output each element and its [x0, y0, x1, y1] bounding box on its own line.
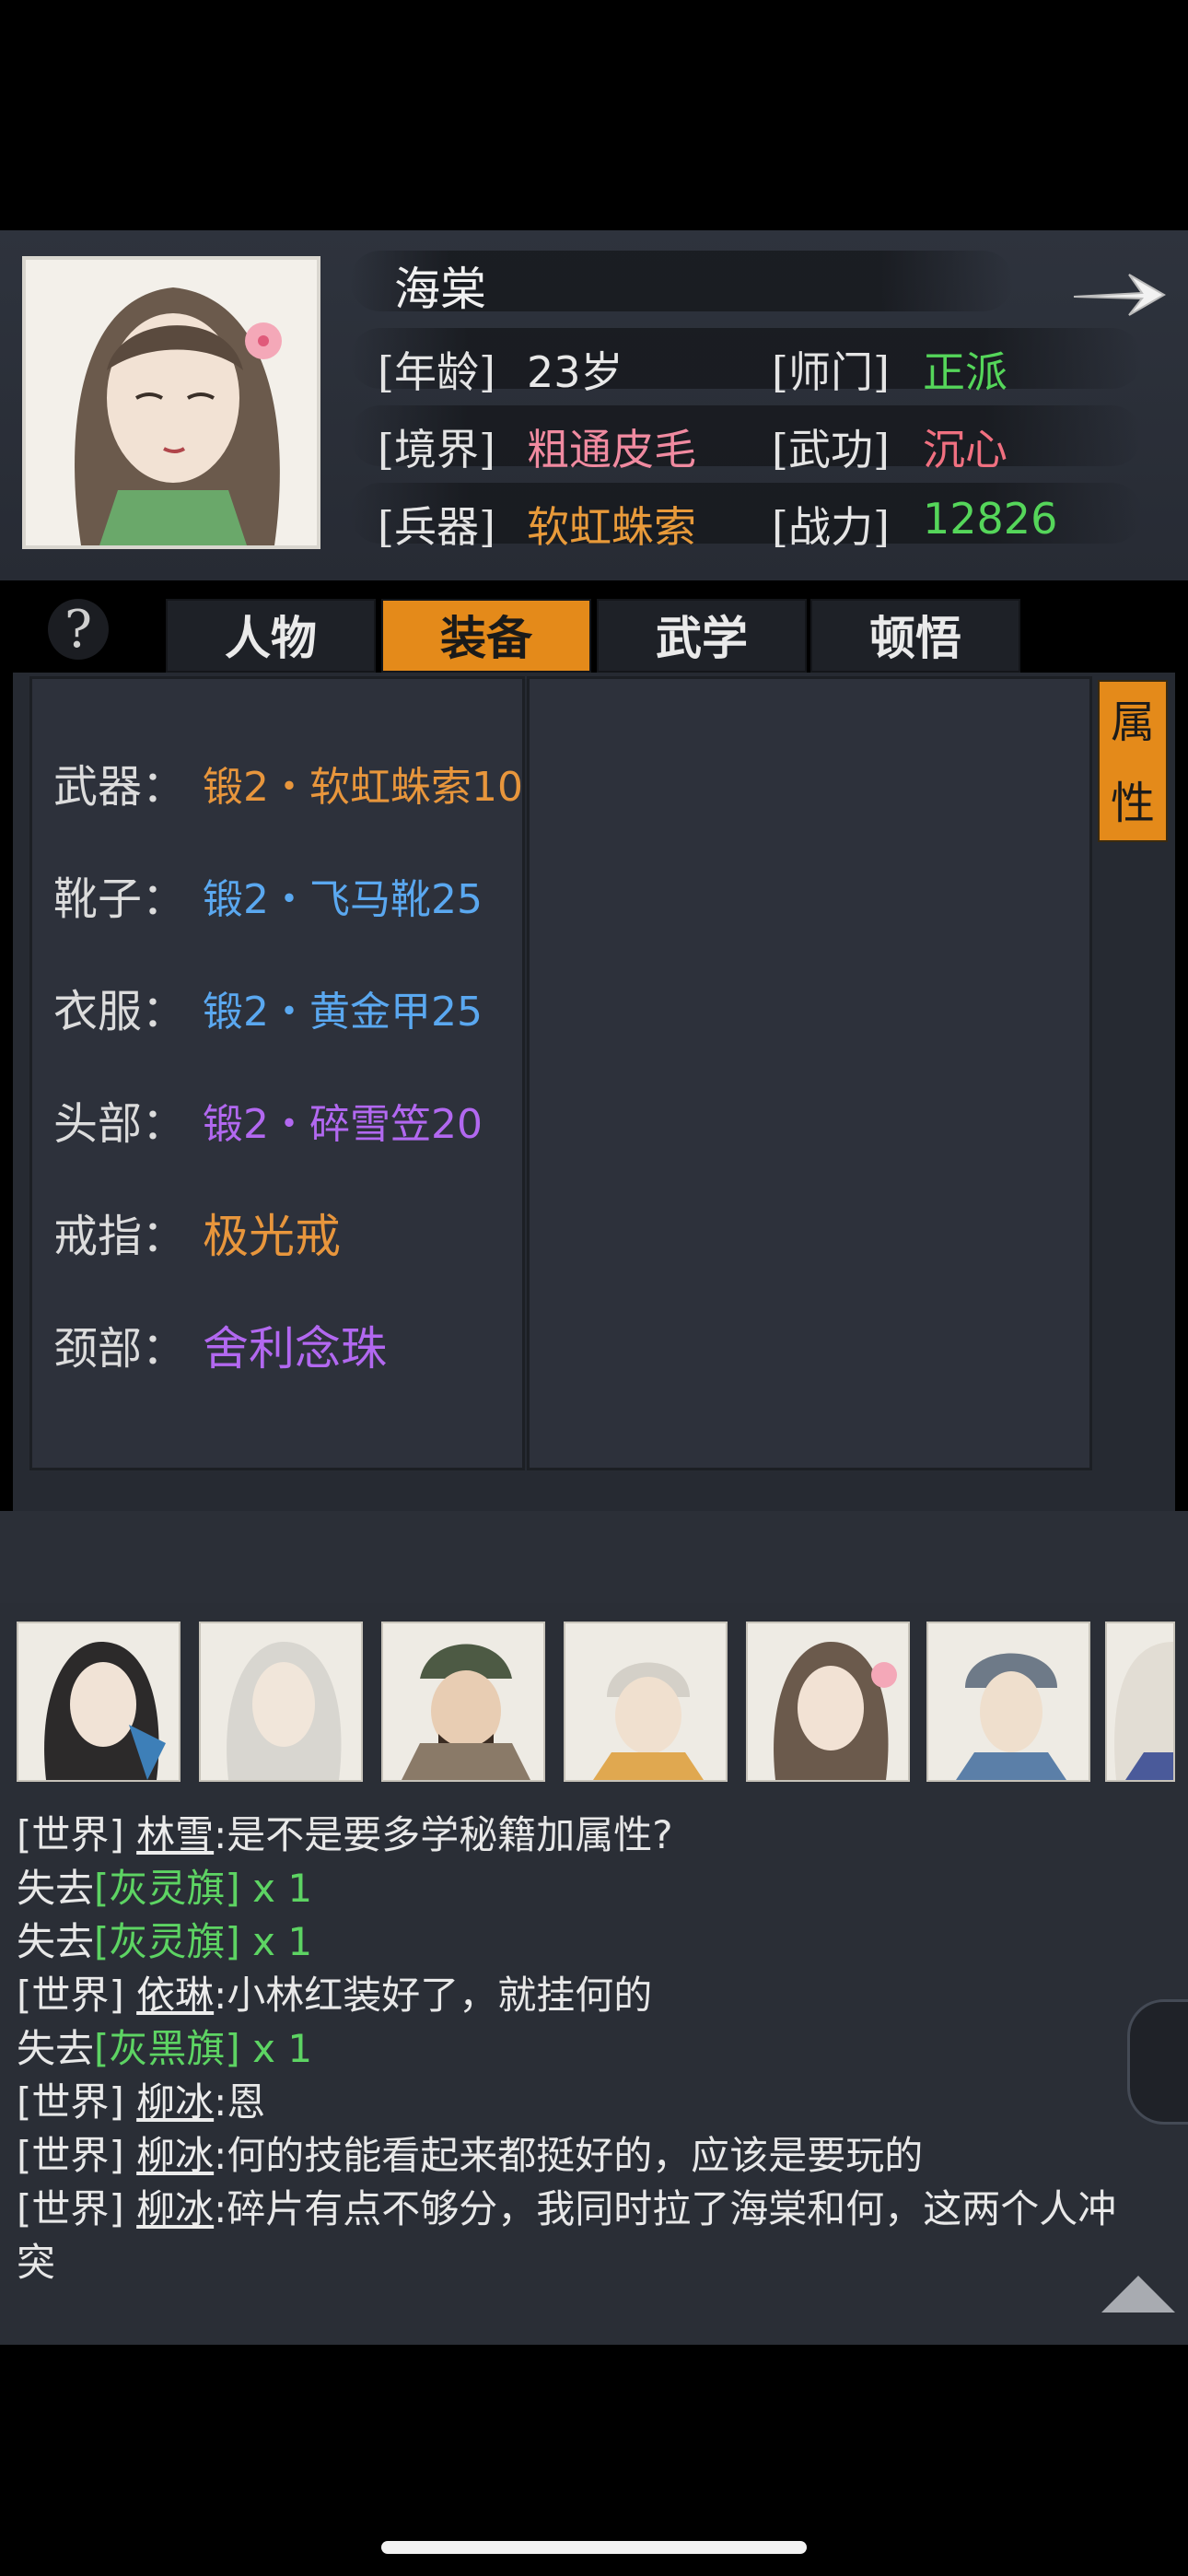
slot-label: 头部： [53, 1098, 187, 1150]
chat-channel: [世界] [17, 2186, 124, 2231]
equipment-item-armor[interactable]: 锻2・黄金甲25 [203, 978, 483, 1037]
realm-label: [境界] [378, 425, 495, 474]
sect-value: 正派 [923, 347, 1007, 397]
hero-portrait[interactable] [22, 256, 320, 549]
chat-text: :何的技能看起来都挺好的，应该是要玩的 [214, 2133, 924, 2178]
avatar[interactable] [564, 1622, 728, 1782]
chat-text: :恩 [214, 2079, 266, 2125]
slot-label: 武器： [53, 761, 187, 813]
slot-label: 颈部： [53, 1323, 187, 1375]
chat-item[interactable]: [灰黑旗] [94, 2026, 240, 2071]
power-value: 12826 [923, 494, 1058, 544]
chat-channel: [世界] [17, 1812, 124, 1857]
panel-bottom-strip [0, 1511, 1188, 1603]
side-menu-handle[interactable] [1127, 1999, 1188, 2125]
slot-label: 靴子： [53, 873, 187, 925]
tab-equipment[interactable]: 装备 [381, 599, 591, 673]
chat-username[interactable]: 林雪 [136, 1812, 214, 1857]
chat-item[interactable]: [灰灵旗] [94, 1919, 240, 1964]
age-label: [年龄] [378, 347, 495, 397]
attributes-button[interactable]: 属 性 [1098, 680, 1168, 842]
equipment-item-weapon[interactable]: 锻2・软虹蛛索10 [203, 754, 523, 813]
sect-label: [师门] [772, 347, 890, 397]
chat-message: [世界] 林雪:是不是要多学秘籍加属性? [17, 1804, 673, 1860]
chat-channel: [世界] [17, 2079, 124, 2125]
chat-message: 失去[灰黑旗] x 1 [17, 2018, 312, 2074]
slot-label: 衣服： [53, 986, 187, 1037]
avatar[interactable] [17, 1622, 181, 1782]
hero-header: 海棠 [年龄] 23岁 [师门] 正派 [境界] 粗通皮毛 [武功] 沉心 [兵… [0, 230, 1188, 580]
chat-message: 失去[灰灵旗] x 1 [17, 1857, 312, 1914]
hero-name: 海棠 [394, 263, 486, 316]
chat-text: :碎片有点不够分，我同时拉了海棠和何，这两个人冲 [214, 2186, 1117, 2231]
avatar[interactable] [1105, 1622, 1175, 1782]
next-arrow-icon[interactable] [1068, 262, 1170, 326]
chat-prefix: 失去 [17, 2026, 95, 2071]
avatar[interactable] [746, 1622, 910, 1782]
attributes-button-char: 性 [1110, 778, 1155, 829]
avatar[interactable] [381, 1622, 545, 1782]
avatar[interactable] [926, 1622, 1090, 1782]
tab-enlightenment[interactable]: 顿悟 [810, 599, 1020, 673]
chat-qty: x 1 [239, 1866, 313, 1911]
attributes-button-char: 属 [1110, 697, 1155, 748]
weapon-value: 软虹蛛索 [527, 502, 696, 552]
tab-martial-arts[interactable]: 武学 [597, 599, 807, 673]
avatar[interactable] [199, 1622, 363, 1782]
chat-message: 失去[灰灵旗] x 1 [17, 1911, 312, 1967]
chat-message: 突 [17, 2231, 55, 2288]
chat-prefix: 失去 [17, 1866, 95, 1911]
help-icon[interactable]: ? [48, 599, 109, 660]
skill-label: [武功] [772, 425, 890, 474]
chat-message: [世界] 柳冰:碎片有点不够分，我同时拉了海棠和何，这两个人冲 [17, 2178, 1116, 2234]
chat-item[interactable]: [灰灵旗] [94, 1866, 240, 1911]
chat-message: [世界] 柳冰:恩 [17, 2071, 265, 2127]
attribute-area [527, 676, 1092, 1470]
chat-username[interactable]: 柳冰 [136, 2079, 214, 2125]
equipment-item-head[interactable]: 锻2・碎雪笠20 [203, 1091, 483, 1150]
chat-username[interactable]: 柳冰 [136, 2186, 214, 2231]
chat-qty: x 1 [239, 1919, 313, 1964]
chat-text: :是不是要多学秘籍加属性? [214, 1812, 673, 1857]
skill-value: 沉心 [923, 425, 1007, 474]
chat-username[interactable]: 依琳 [136, 1973, 214, 2018]
chat-channel: [世界] [17, 1973, 124, 2018]
chat-prefix: 失去 [17, 1919, 95, 1964]
weapon-label: [兵器] [378, 502, 495, 552]
home-indicator[interactable] [381, 2541, 807, 2554]
chat-message: [世界] 依琳:小林红装好了，就挂何的 [17, 1964, 652, 2020]
realm-value: 粗通皮毛 [527, 425, 696, 474]
scroll-up-icon[interactable] [1101, 2276, 1175, 2313]
chat-text: 突 [17, 2240, 56, 2285]
power-label: [战力] [772, 502, 890, 552]
slot-label: 戒指： [53, 1211, 187, 1262]
chat-qty: x 1 [239, 2026, 313, 2071]
equipment-item-boots[interactable]: 锻2・飞马靴25 [203, 866, 483, 925]
chat-message: [世界] 柳冰:何的技能看起来都挺好的，应该是要玩的 [17, 2125, 923, 2181]
chat-channel: [世界] [17, 2133, 124, 2178]
tab-character[interactable]: 人物 [166, 599, 376, 673]
chat-text: :小林红装好了，就挂何的 [214, 1973, 653, 2018]
equipment-item-neck[interactable]: 舍利念珠 [203, 1312, 387, 1378]
equipment-item-ring[interactable]: 极光戒 [203, 1200, 341, 1266]
age-value: 23岁 [527, 347, 623, 397]
chat-username[interactable]: 柳冰 [136, 2133, 214, 2178]
